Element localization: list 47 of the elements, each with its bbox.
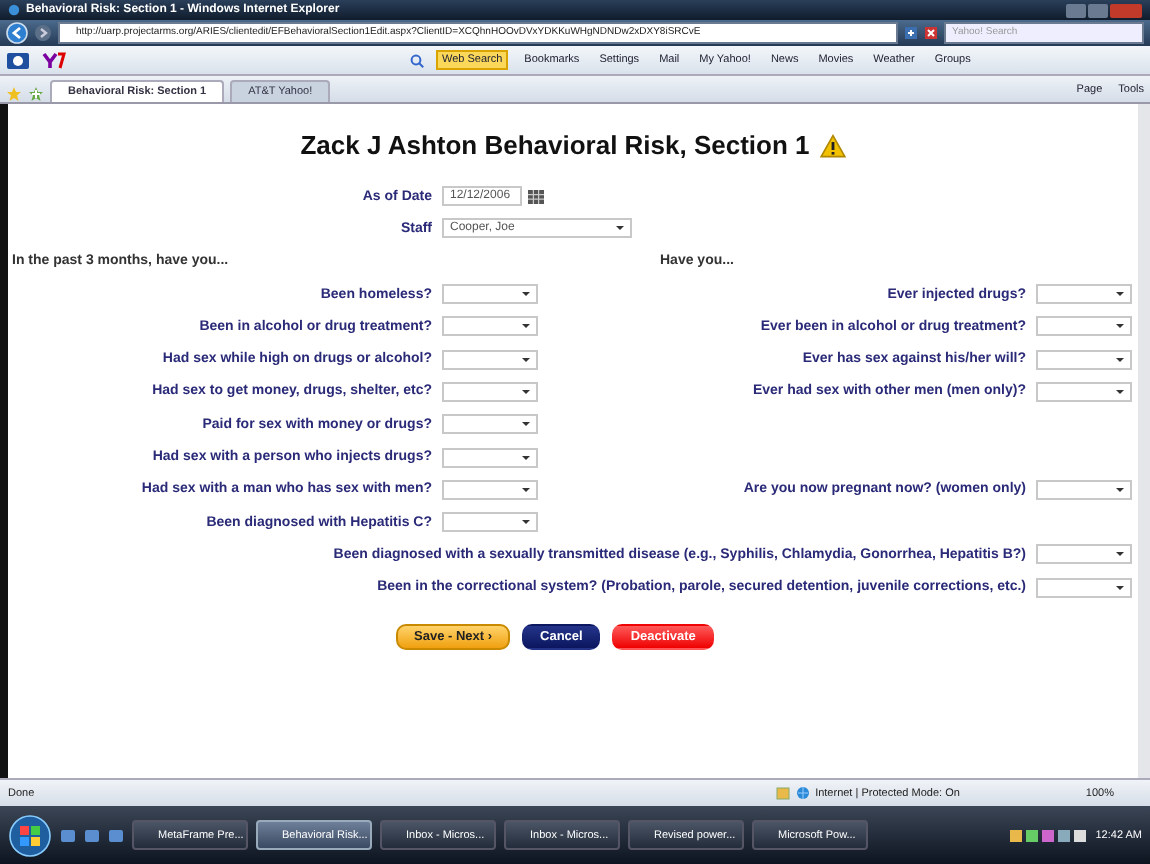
caret-icon [616,226,624,231]
dropdown-field[interactable] [442,479,538,500]
dropdown-field[interactable] [442,284,538,305]
dropdown-field[interactable] [442,349,538,370]
warning-icon [819,133,846,157]
stop-icon [924,26,938,40]
search-icon [410,53,424,67]
dropdown-field[interactable] [1036,381,1132,402]
dropdown-field[interactable] [1036,577,1132,598]
dropdown-field[interactable] [1036,284,1132,305]
caret-icon [1116,324,1124,329]
dropdown-field[interactable] [442,316,538,337]
calendar-icon [528,189,544,204]
start-button-icon [8,813,52,857]
caret-icon [522,389,530,394]
caret-icon [522,357,530,362]
caret-icon [522,520,530,525]
caret-icon [522,455,530,460]
caret-icon [1116,292,1124,297]
add-favorite-icon [28,86,44,102]
dropdown-field[interactable] [1036,479,1132,500]
caret-icon [1116,389,1124,394]
dropdown-field[interactable] [1036,544,1132,565]
dropdown-field[interactable] [442,447,538,468]
page-title: Zack J Ashton Behavioral Risk, Section 1 [300,130,810,160]
refresh-icon [904,26,918,40]
caret-icon [522,324,530,329]
dropdown-field[interactable] [442,414,538,435]
caret-icon [522,292,530,297]
close-button[interactable] [1110,3,1142,17]
caret-icon [522,487,530,492]
dropdown-field[interactable] [442,512,538,533]
minimize-button[interactable] [1066,3,1086,17]
forward-icon [34,24,52,42]
yahoo-logo-icon [42,51,66,69]
dropdown-field[interactable] [1036,316,1132,337]
caret-icon [1116,585,1124,590]
favorites-star-icon [6,86,22,102]
maximize-button[interactable] [1088,3,1108,17]
caret-icon [1116,552,1124,557]
caret-icon [1116,357,1124,362]
caret-icon [1116,487,1124,492]
caret-icon [522,422,530,427]
back-icon [6,22,28,44]
dropdown-field[interactable] [442,381,538,402]
dropdown-field[interactable] [1036,349,1132,370]
globe-icon [795,786,810,800]
